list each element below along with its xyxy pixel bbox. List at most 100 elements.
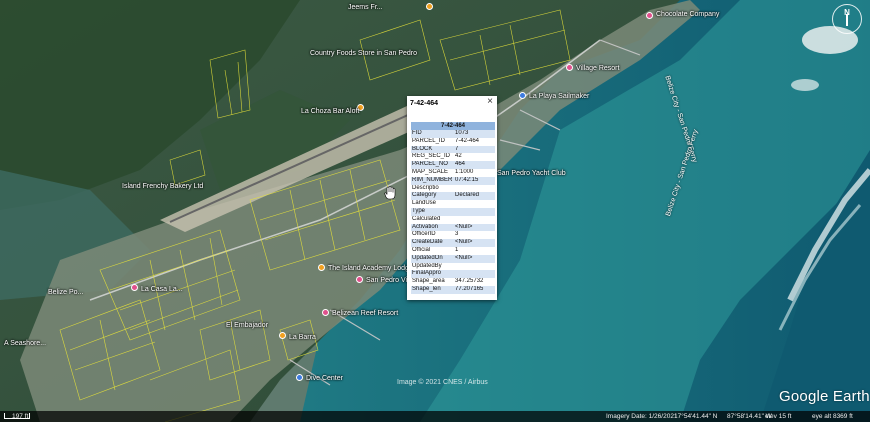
attribute-field: REG_SEC_ID bbox=[411, 153, 454, 162]
attribute-value: 7 bbox=[454, 145, 495, 154]
attribute-value: <Null> bbox=[454, 223, 495, 232]
poi-label-la-casa[interactable]: La Casa La... bbox=[141, 286, 183, 293]
attribute-field: Shape_area bbox=[411, 278, 454, 286]
attribute-value: 42 bbox=[454, 153, 495, 162]
attribute-value: 07:42:15 bbox=[454, 176, 495, 185]
poi-label-belize-pots[interactable]: Belize Po... bbox=[48, 289, 83, 296]
attribute-field: Shape_len bbox=[411, 285, 454, 294]
attribute-value: 1:1000 bbox=[454, 168, 495, 177]
attribute-field: RIM_NUMBER bbox=[411, 176, 454, 185]
status-bar: 197 ft Imagery Date: 1/26/2021 17°54'41.… bbox=[0, 411, 870, 422]
attribute-row: Shape_len 77.207165 bbox=[411, 285, 495, 294]
elevation-readout: elev 15 ft bbox=[765, 412, 792, 420]
attribute-value bbox=[454, 215, 495, 224]
attribute-row: MAP_SCALE 1:1000 bbox=[411, 168, 495, 177]
poi-label-a-seashore[interactable]: A Seashore... bbox=[4, 340, 46, 347]
latitude-readout: 17°54'41.44" N bbox=[674, 412, 718, 420]
popup-close-button[interactable]: × bbox=[487, 96, 493, 107]
imagery-credit: Image © 2021 CNES / Airbus bbox=[397, 379, 488, 386]
attribute-row: Shape_area 347.25732 bbox=[411, 278, 495, 286]
attribute-table-header: 7-42-464 bbox=[411, 122, 495, 130]
attribute-field: BLOCK bbox=[411, 145, 454, 154]
attribute-value: 347.25732 bbox=[454, 278, 495, 286]
poi-label-la-choza[interactable]: La Choza Bar Aloft bbox=[301, 108, 359, 115]
attribute-value: 464 bbox=[454, 161, 495, 169]
poi-label-jeems[interactable]: Jeems Fr... bbox=[348, 4, 383, 11]
poi-label-island-frenchy[interactable]: Island Frenchy Bakery Ltd bbox=[122, 183, 203, 190]
attribute-row: BLOCK 7 bbox=[411, 145, 495, 154]
attribute-row: LandUse bbox=[411, 200, 495, 208]
attribute-row: Category Declared bbox=[411, 192, 495, 201]
attribute-row: Type bbox=[411, 207, 495, 216]
attribute-field: LandUse bbox=[411, 200, 454, 208]
attribute-value bbox=[454, 207, 495, 216]
attribute-row: Calculated bbox=[411, 215, 495, 224]
attribute-row: FinalAppro bbox=[411, 270, 495, 279]
poi-icon-dive-center[interactable] bbox=[296, 374, 303, 381]
attribute-row: UpdatedOn <Null> bbox=[411, 254, 495, 263]
attribute-value bbox=[454, 200, 495, 208]
attribute-field: Official bbox=[411, 246, 454, 255]
poi-label-island-academy[interactable]: The Island Academy Lodge bbox=[328, 265, 413, 272]
attribute-field: MAP_SCALE bbox=[411, 168, 454, 177]
poi-icon-jeems[interactable] bbox=[426, 3, 433, 10]
poi-label-dive-center[interactable]: Dive Center bbox=[306, 375, 343, 382]
attribute-row: Activation <Null> bbox=[411, 223, 495, 232]
attribute-field: Descriptio bbox=[411, 184, 454, 193]
poi-label-la-playa[interactable]: La Playa Sailmaker bbox=[529, 93, 589, 100]
attribute-value: <Null> bbox=[454, 254, 495, 263]
poi-label-el-embajador[interactable]: El Embajador bbox=[226, 322, 268, 329]
attribute-field: OfficerID bbox=[411, 231, 454, 240]
poi-label-belizean-resort[interactable]: Belizean Reef Resort bbox=[332, 310, 398, 317]
attribute-field: Type bbox=[411, 207, 454, 216]
poi-icon-san-pedro-villa[interactable] bbox=[356, 276, 363, 283]
attribute-field: FID bbox=[411, 130, 454, 138]
attribute-row: PARCEL_ID 7-42-464 bbox=[411, 137, 495, 146]
attribute-row: PARCEL_NO 464 bbox=[411, 161, 495, 169]
scale-bar bbox=[4, 413, 30, 419]
attribute-field: FinalAppro bbox=[411, 270, 454, 279]
attribute-field: CreateDate bbox=[411, 239, 454, 247]
attribute-value: 3 bbox=[454, 231, 495, 240]
compass-needle-icon bbox=[846, 14, 848, 26]
attribute-value bbox=[454, 262, 495, 271]
attribute-row: CreateDate <Null> bbox=[411, 239, 495, 247]
google-earth-logo: Google Earth bbox=[779, 388, 870, 405]
attribute-value: 1 bbox=[454, 246, 495, 255]
poi-icon-chocolate[interactable] bbox=[646, 12, 653, 19]
poi-label-country-foods[interactable]: Country Foods Store in San Pedro bbox=[310, 50, 417, 57]
attribute-row: Official 1 bbox=[411, 246, 495, 255]
poi-label-yacht-club[interactable]: San Pedro Yacht Club bbox=[497, 170, 566, 177]
poi-icon-village-resort[interactable] bbox=[566, 64, 573, 71]
attribute-field: Calculated bbox=[411, 215, 454, 224]
imagery-date: Imagery Date: 1/26/2021 bbox=[606, 412, 678, 420]
attribute-row: FID 1073 bbox=[411, 130, 495, 138]
popup-title: 7-42-464 bbox=[410, 100, 439, 107]
attribute-field: PARCEL_NO bbox=[411, 161, 454, 169]
eye-altitude-readout: eye alt 8369 ft bbox=[812, 412, 853, 420]
compass-control[interactable]: N bbox=[832, 4, 862, 34]
poi-icon-la-barra[interactable] bbox=[279, 332, 286, 339]
attribute-row: Descriptio bbox=[411, 184, 495, 193]
poi-label-chocolate[interactable]: Chocolate Company bbox=[656, 11, 719, 18]
attribute-field: Category bbox=[411, 192, 454, 201]
poi-icon-la-casa[interactable] bbox=[131, 284, 138, 291]
attribute-row: REG_SEC_ID 42 bbox=[411, 153, 495, 162]
attribute-row: UpdatedBy bbox=[411, 262, 495, 271]
attribute-value bbox=[454, 184, 495, 193]
attribute-row: RIM_NUMBER 07:42:15 bbox=[411, 176, 495, 185]
poi-icon-la-playa[interactable] bbox=[519, 92, 526, 99]
poi-icon-island-academy[interactable] bbox=[318, 264, 325, 271]
hand-cursor-icon bbox=[384, 186, 396, 205]
attribute-field: UpdatedBy bbox=[411, 262, 454, 271]
attribute-field: UpdatedOn bbox=[411, 254, 454, 263]
attribute-value: 7-42-464 bbox=[454, 137, 495, 146]
poi-icon-belizean-resort[interactable] bbox=[322, 309, 329, 316]
attribute-value: Declared bbox=[454, 192, 495, 201]
parcel-info-popup: 7-42-464 × 7-42-464 FID 1073 PARCEL_ID 7-42… bbox=[407, 96, 497, 300]
attribute-value: 1073 bbox=[454, 130, 495, 138]
poi-label-village-resort[interactable]: Village Resort bbox=[576, 65, 619, 72]
attribute-field: Activation bbox=[411, 223, 454, 232]
attribute-table: 7-42-464 FID 1073 PARCEL_ID 7-42-464 BLOCK 7 R… bbox=[411, 122, 495, 294]
poi-label-la-barra[interactable]: La Barra bbox=[289, 334, 316, 341]
